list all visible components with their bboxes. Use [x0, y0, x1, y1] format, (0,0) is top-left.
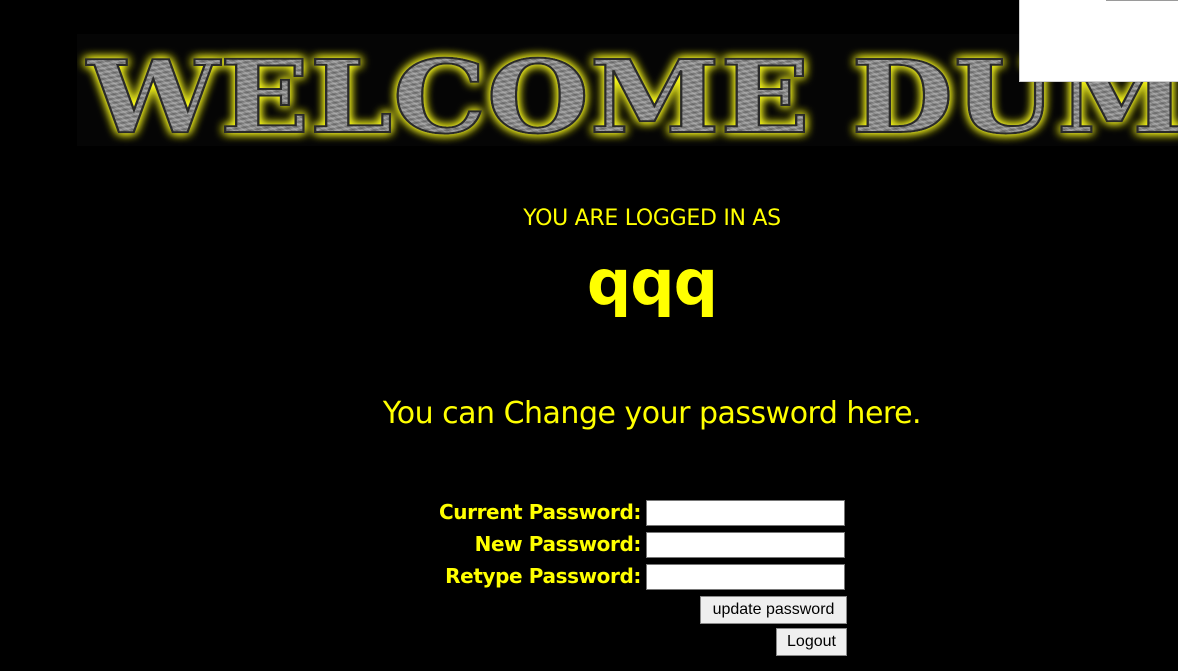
change-password-message: You can Change your password here.: [382, 396, 922, 431]
logout-button[interactable]: Logout: [776, 628, 847, 656]
new-password-label: New Password:: [474, 532, 642, 556]
banner-text: WELCOME DUMB: [86, 38, 1178, 146]
retype-password-label: Retype Password:: [445, 564, 641, 588]
logged-in-label: YOU ARE LOGGED IN AS: [523, 206, 781, 231]
welcome-banner: WELCOME DUMB: [77, 34, 1178, 146]
retype-password-input[interactable]: [646, 564, 845, 590]
update-password-button[interactable]: update password: [700, 596, 847, 624]
corner-white-panel: [1019, 0, 1178, 82]
corner-panel-line: [1106, 0, 1178, 1]
page: WELCOME DUMB YOU ARE LOGGED IN AS qqq Yo…: [0, 0, 1178, 671]
current-password-input[interactable]: [646, 500, 845, 526]
username-display: qqq: [586, 246, 718, 319]
current-password-label: Current Password:: [439, 500, 641, 524]
new-password-input[interactable]: [646, 532, 845, 558]
welcome-banner-graphic: WELCOME DUMB: [85, 37, 1178, 146]
